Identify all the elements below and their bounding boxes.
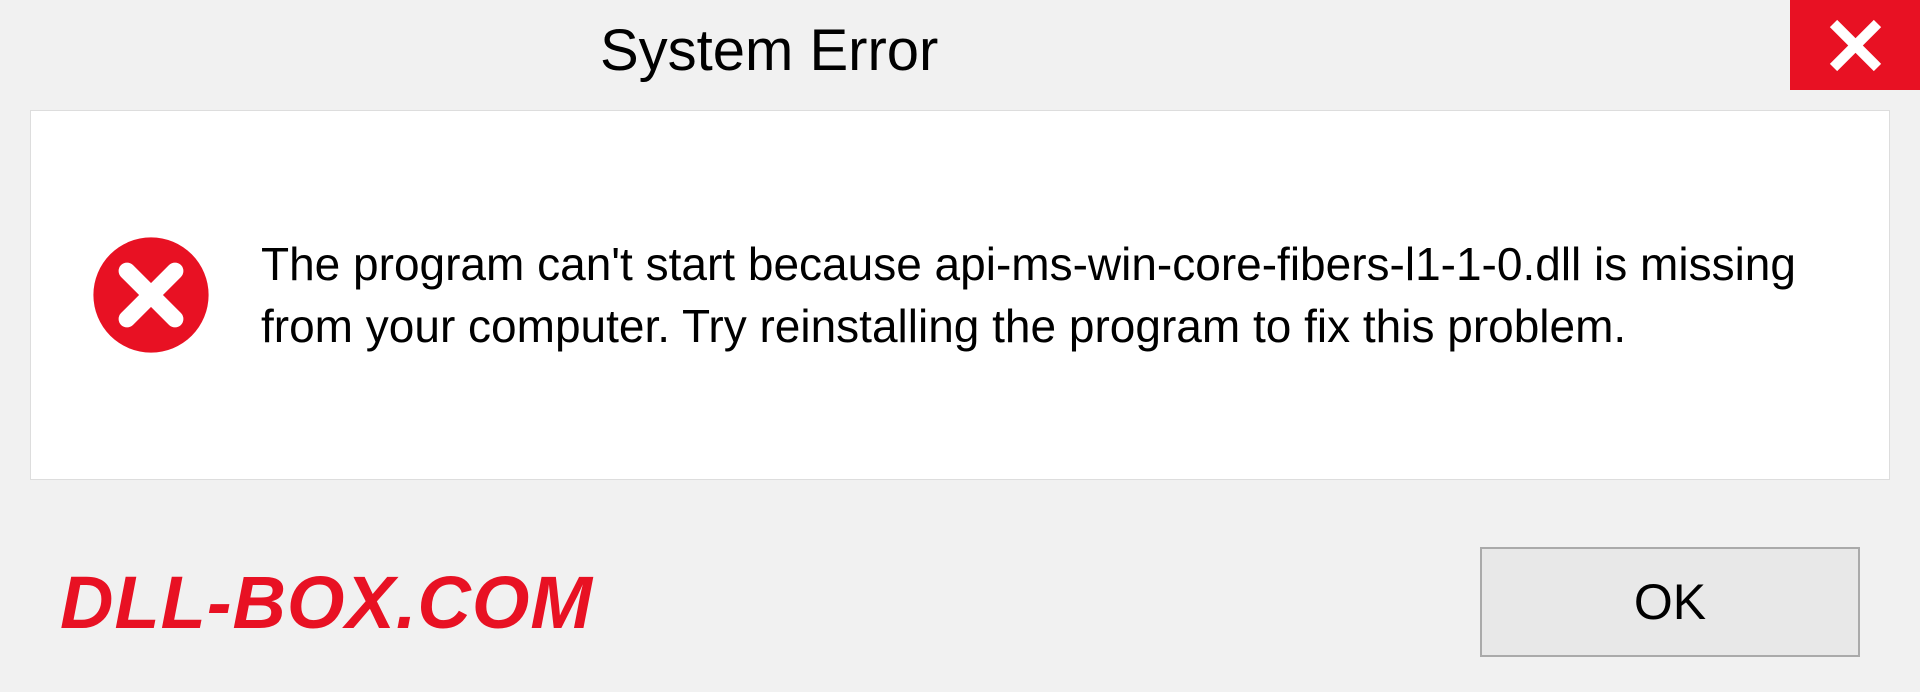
dialog-titlebar: System Error [0,0,1920,100]
close-icon [1828,18,1883,73]
error-circle-icon [91,235,211,355]
error-message: The program can't start because api-ms-w… [261,233,1829,357]
watermark-brand: DLL-BOX.COM [60,560,593,645]
dialog-title: System Error [600,17,938,84]
close-button[interactable] [1790,0,1920,90]
ok-button[interactable]: OK [1480,547,1860,657]
dialog-content-panel: The program can't start because api-ms-w… [30,110,1890,480]
dialog-footer: DLL-BOX.COM OK [0,512,1920,692]
